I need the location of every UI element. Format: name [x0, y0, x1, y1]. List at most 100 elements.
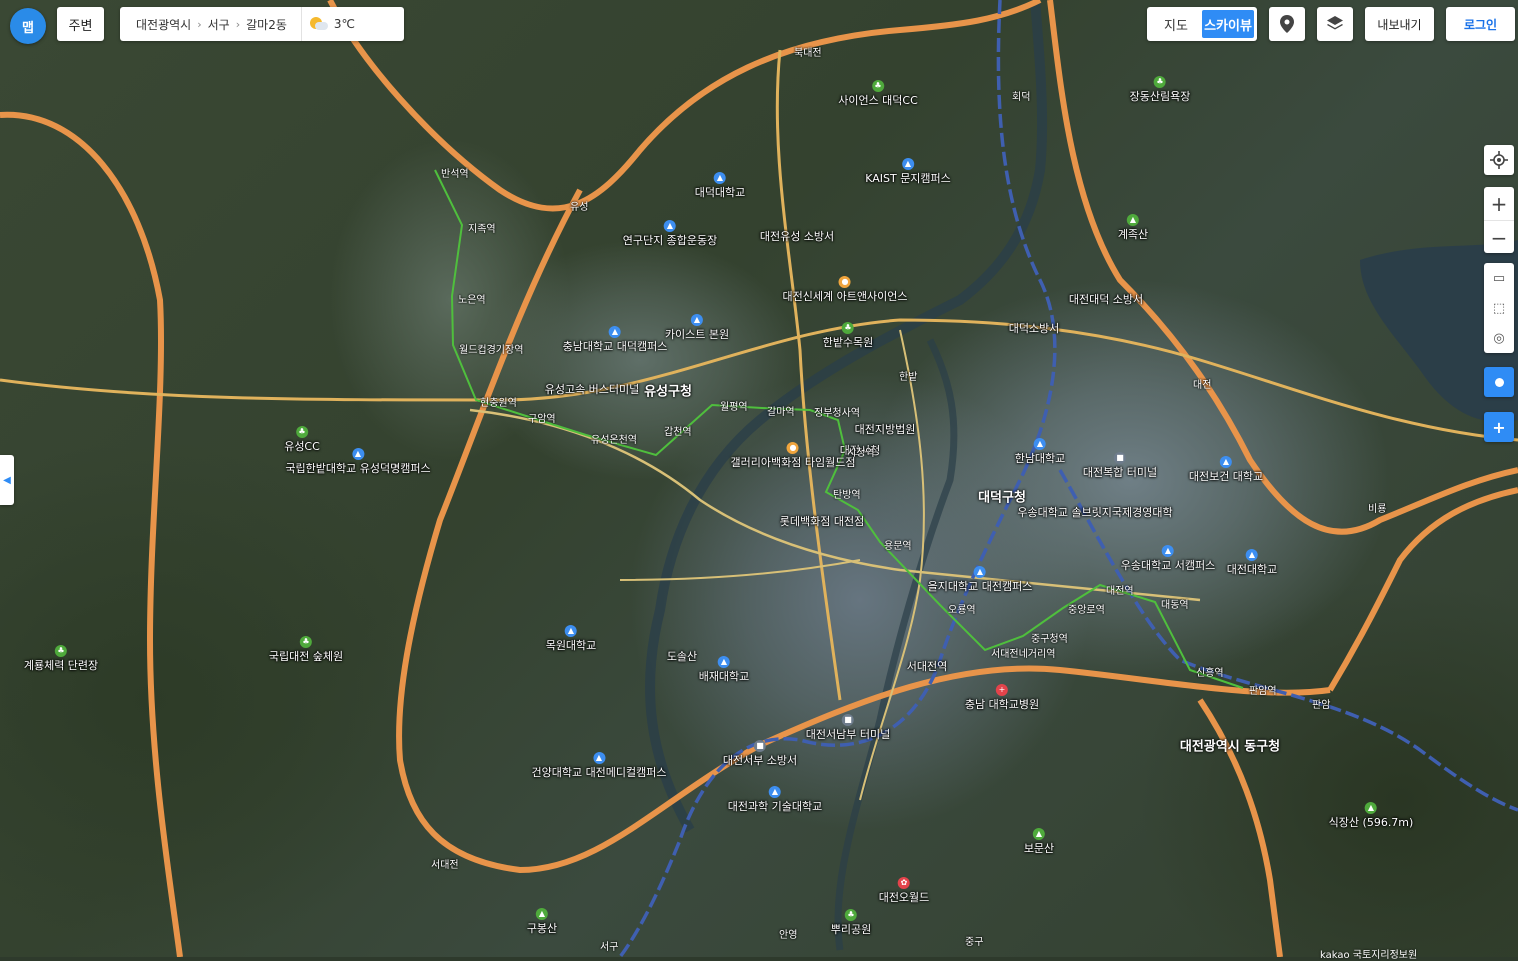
poi-marker[interactable]: ▲ 건양대학교 대전메디컬캠퍼스	[531, 752, 667, 779]
poi-marker[interactable]: ▲ 대전보건 대학교	[1189, 456, 1263, 483]
school-icon: ▲	[1220, 456, 1232, 468]
poi-marker[interactable]: ▲ 한남대학교	[1015, 438, 1065, 465]
subway-station[interactable]: 오룡역	[948, 601, 976, 616]
subway-station[interactable]: 대전역	[1106, 582, 1134, 597]
divider	[300, 7, 302, 41]
poi-marker[interactable]: ♣ 사이언스 대덕CC	[838, 80, 918, 107]
hospital-icon: +	[996, 684, 1008, 696]
nearby-button[interactable]: 주변	[57, 7, 104, 41]
poi-marker[interactable]: ▲ 보문산	[1024, 828, 1054, 855]
poi-marker[interactable]: ♣ 유성CC	[284, 426, 320, 453]
poi-marker[interactable]: ● 대전신세계 아트앤사이언스	[783, 276, 907, 303]
poi-marker[interactable]: ♣ 한밭수목원	[823, 322, 873, 349]
subway-station[interactable]: 반석역	[441, 165, 469, 180]
add-place-button[interactable]: +	[1484, 412, 1514, 442]
poi-marker[interactable]: 우송대학교 솔브릿지국제경영대학	[1017, 506, 1172, 519]
breadcrumb-district[interactable]: 서구	[202, 16, 236, 33]
map-type-toggle: 지도 스카이뷰	[1147, 7, 1257, 41]
poi-marker[interactable]: ▲ 목원대학교	[546, 625, 596, 652]
zoom-out-button[interactable]: −	[1484, 221, 1514, 254]
map-tools: ▭ ⬚ ◎	[1484, 263, 1514, 353]
poi-marker[interactable]: ■ 대전복합 터미널	[1083, 452, 1157, 479]
poi-marker[interactable]: 대전지방법원	[855, 423, 916, 436]
subway-station[interactable]: 구암역	[528, 410, 556, 425]
zoom-in-button[interactable]: +	[1484, 187, 1514, 221]
ruler-button[interactable]: ▭	[1484, 263, 1514, 293]
poi-marker[interactable]: ▲ 대전대학교	[1227, 549, 1277, 576]
park-icon: ♣	[55, 645, 67, 657]
my-location-button[interactable]	[1484, 367, 1514, 397]
map-type-skyview[interactable]: 스카이뷰	[1202, 10, 1254, 38]
subway-station[interactable]: 용문역	[884, 537, 912, 552]
subway-station[interactable]: 중앙로역	[1068, 601, 1105, 616]
school-icon: ▲	[902, 158, 914, 170]
park-icon: ♣	[844, 909, 857, 921]
arterial-3	[469, 408, 1201, 602]
subway-station[interactable]: 정부청사역	[814, 404, 860, 419]
poi-marker[interactable]: ▲ 대덕대학교	[695, 172, 745, 199]
poi-marker[interactable]: ▲ 배재대학교	[699, 656, 749, 683]
radius-button[interactable]: ◎	[1484, 323, 1514, 353]
subway-station[interactable]: 월드컵경기장역	[459, 341, 523, 356]
subway-station[interactable]: 월평역	[720, 398, 748, 413]
poi-marker[interactable]: ♣ 계룡체력 단련장	[24, 645, 98, 672]
login-button[interactable]: 로그인	[1446, 7, 1515, 41]
subway-station[interactable]: 유성온천역	[591, 431, 637, 446]
subway-station[interactable]: 노은역	[458, 291, 486, 306]
poi-marker[interactable]: ▲ 을지대학교 대전캠퍼스	[928, 566, 1032, 593]
subway-station[interactable]: 탄방역	[833, 486, 861, 501]
poi-marker[interactable]: 대전대덕 소방서	[1069, 293, 1143, 306]
poi-marker[interactable]: 대덕소방서	[1009, 322, 1060, 335]
poi-marker[interactable]: 대전유성 소방서	[760, 230, 834, 243]
subway-station[interactable]: 지족역	[468, 220, 496, 235]
poi-marker[interactable]: 유성고속 버스터미널	[545, 383, 640, 396]
poi-marker[interactable]: ▲ 우송대학교 서캠퍼스	[1121, 545, 1215, 572]
poi-marker[interactable]: ♣ 국립대전 숲체원	[269, 636, 343, 663]
poi-marker[interactable]: ▲ 카이스트 본원	[665, 314, 729, 341]
subway-station[interactable]: 대동역	[1161, 596, 1189, 611]
poi-marker[interactable]: ▲ 구봉산	[527, 908, 557, 935]
subway-station[interactable]: 현충원역	[480, 394, 517, 409]
subway-station[interactable]: 갈마역	[767, 403, 795, 418]
poi-marker[interactable]: ▲ 충남대학교 대덕캠퍼스	[563, 326, 667, 353]
subway-station[interactable]: 중구청역	[1031, 630, 1068, 645]
breadcrumb-city[interactable]: 대전광역시	[120, 16, 197, 33]
poi-marker[interactable]: ♣ 뿌리공원	[831, 909, 871, 936]
chevron-left-icon: ◀	[3, 474, 11, 486]
roadview-button[interactable]	[1269, 7, 1305, 41]
current-location-button[interactable]	[1484, 145, 1514, 175]
poi-marker[interactable]: 도솔산	[667, 650, 697, 663]
map-type-map[interactable]: 지도	[1150, 10, 1202, 38]
layers-button[interactable]	[1317, 7, 1353, 41]
subway-station[interactable]: 신흥역	[1196, 664, 1224, 679]
poi-marker[interactable]: ■ 대전서부 소방서	[723, 740, 797, 767]
export-button[interactable]: 내보내기	[1365, 7, 1434, 41]
breadcrumb-dong[interactable]: 갈마2동	[240, 16, 293, 33]
school-icon: ▲	[1033, 438, 1046, 450]
kakaomap-logo[interactable]: 맵	[10, 8, 46, 44]
poi-marker[interactable]: ▲ 계족산	[1118, 214, 1148, 241]
poi-marker[interactable]: ● 갤러리아백화점 타임월드점	[731, 442, 855, 469]
subway-station[interactable]: 시청역	[847, 444, 875, 459]
poi-marker[interactable]: ▲ 식장산 (596.7m)	[1329, 802, 1413, 829]
poi-marker[interactable]: ▲ KAIST 문지캠퍼스	[865, 158, 951, 185]
shopping-icon: ●	[839, 276, 851, 288]
subway-station[interactable]: 판암역	[1249, 682, 1277, 697]
poi-marker[interactable]: 서대전역	[907, 660, 947, 673]
poi-marker[interactable]: ■ 대전서남부 터미널	[806, 714, 890, 741]
breadcrumb: 대전광역시 › 서구 › 갈마2동 3℃	[120, 7, 404, 41]
poi-marker[interactable]: ✿ 대전오월드	[879, 877, 929, 904]
roadview-pin-icon	[1280, 15, 1294, 33]
poi-marker[interactable]: ▲ 연구단지 종합운동장	[623, 220, 717, 247]
poi-marker[interactable]: ▲ 대전과학 기술대학교	[728, 786, 822, 813]
ic-label: 서구	[600, 942, 619, 953]
subway-station[interactable]: 서대전네거리역	[991, 645, 1055, 660]
poi-marker[interactable]: 롯데백화점 대전점	[780, 515, 864, 528]
subway-station[interactable]: 갑천역	[664, 423, 692, 438]
panel-toggle-button[interactable]: ◀	[0, 455, 14, 505]
poi-marker[interactable]: ♣ 장동산림욕장	[1130, 76, 1190, 103]
park-icon: ♣	[841, 322, 854, 334]
satellite-map[interactable]: ▲ 대덕대학교 ▲ KAIST 문지캠퍼스 ▲ 연구단지 종합운동장 대전유성 소방서…	[0, 0, 1518, 957]
poi-marker[interactable]: + 충남 대학교병원	[965, 684, 1039, 711]
area-button[interactable]: ⬚	[1484, 293, 1514, 323]
